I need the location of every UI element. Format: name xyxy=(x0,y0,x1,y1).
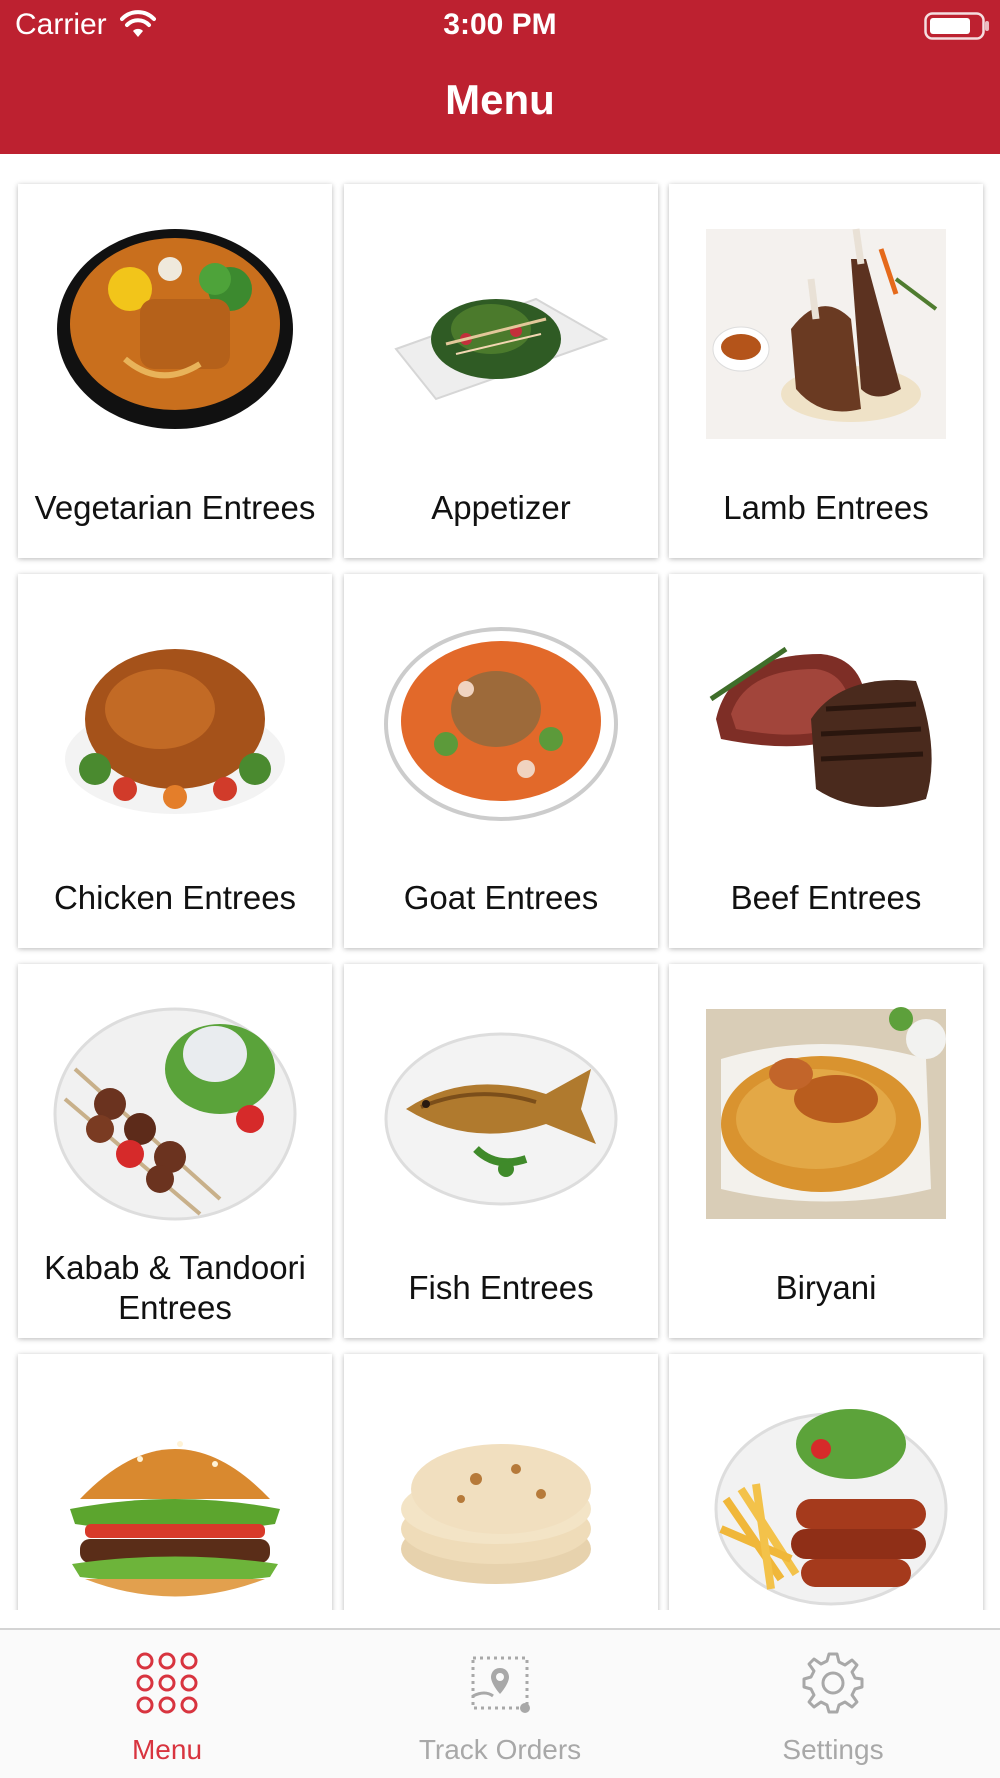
category-label: Chicken Entrees xyxy=(53,879,297,916)
category-grid: Vegetarian Entrees Appetizer Lamb Entree… xyxy=(0,154,1000,1610)
category-tile-lamb-entrees[interactable]: Lamb Entrees xyxy=(669,184,983,558)
sausage-fries-image xyxy=(669,1354,983,1610)
page-title: Menu xyxy=(445,76,555,123)
category-tile-burger[interactable] xyxy=(18,1354,332,1610)
vegetarian-entrees-image xyxy=(18,184,332,484)
naan-bread-image xyxy=(344,1354,658,1610)
menu-grid-icon xyxy=(136,1652,198,1714)
kabab-tandoori-entrees-image xyxy=(18,964,332,1264)
tab-track-orders[interactable]: Track Orders xyxy=(333,1630,667,1778)
tab-label: Menu xyxy=(131,1734,203,1765)
category-label: Fish Entrees xyxy=(408,1269,594,1306)
category-tile-biryani[interactable]: Biryani xyxy=(669,964,983,1338)
category-label: Beef Entrees xyxy=(730,879,922,916)
category-tile-naan-bread[interactable] xyxy=(344,1354,658,1610)
chicken-entrees-image xyxy=(18,574,332,874)
app-header: Carrier 3:00 PM Menu xyxy=(0,0,1000,154)
burger-image xyxy=(18,1354,332,1610)
category-tile-sausage-fries[interactable] xyxy=(669,1354,983,1610)
category-tile-fish-entrees[interactable]: Fish Entrees xyxy=(344,964,658,1338)
category-label: Goat Entrees xyxy=(403,879,599,916)
beef-entrees-image xyxy=(669,574,983,874)
fish-entrees-image xyxy=(344,964,658,1264)
tab-bar: Menu Track Orders Settings xyxy=(0,1628,1000,1778)
gear-icon xyxy=(802,1652,864,1714)
category-tile-beef-entrees[interactable]: Beef Entrees xyxy=(669,574,983,948)
goat-entrees-image xyxy=(344,574,658,874)
biryani-image xyxy=(669,964,983,1264)
tab-label: Track Orders xyxy=(418,1734,582,1765)
track-orders-icon xyxy=(471,1656,530,1713)
category-label: Vegetarian Entrees xyxy=(34,489,316,526)
tab-menu[interactable]: Menu xyxy=(0,1630,334,1778)
category-tile-goat-entrees[interactable]: Goat Entrees xyxy=(344,574,658,948)
status-time: 3:00 PM xyxy=(443,8,557,41)
appetizer-image xyxy=(344,184,658,484)
tab-settings[interactable]: Settings xyxy=(666,1630,1000,1778)
category-label: Lamb Entrees xyxy=(723,489,929,526)
category-tile-appetizer[interactable]: Appetizer xyxy=(344,184,658,558)
battery-icon xyxy=(924,12,989,40)
category-tile-chicken-entrees[interactable]: Chicken Entrees xyxy=(18,574,332,948)
tab-label: Settings xyxy=(782,1734,884,1765)
category-label: Appetizer xyxy=(431,489,571,526)
category-label: Kabab & Tandoori Entrees xyxy=(44,1249,306,1326)
category-tile-kabab-tandoori-entrees[interactable]: Kabab & Tandoori Entrees xyxy=(18,964,332,1338)
category-tile-vegetarian-entrees[interactable]: Vegetarian Entrees xyxy=(18,184,332,558)
category-label: Biryani xyxy=(775,1269,877,1306)
status-bar: Carrier 3:00 PM xyxy=(0,0,1000,54)
lamb-entrees-image xyxy=(669,184,983,484)
